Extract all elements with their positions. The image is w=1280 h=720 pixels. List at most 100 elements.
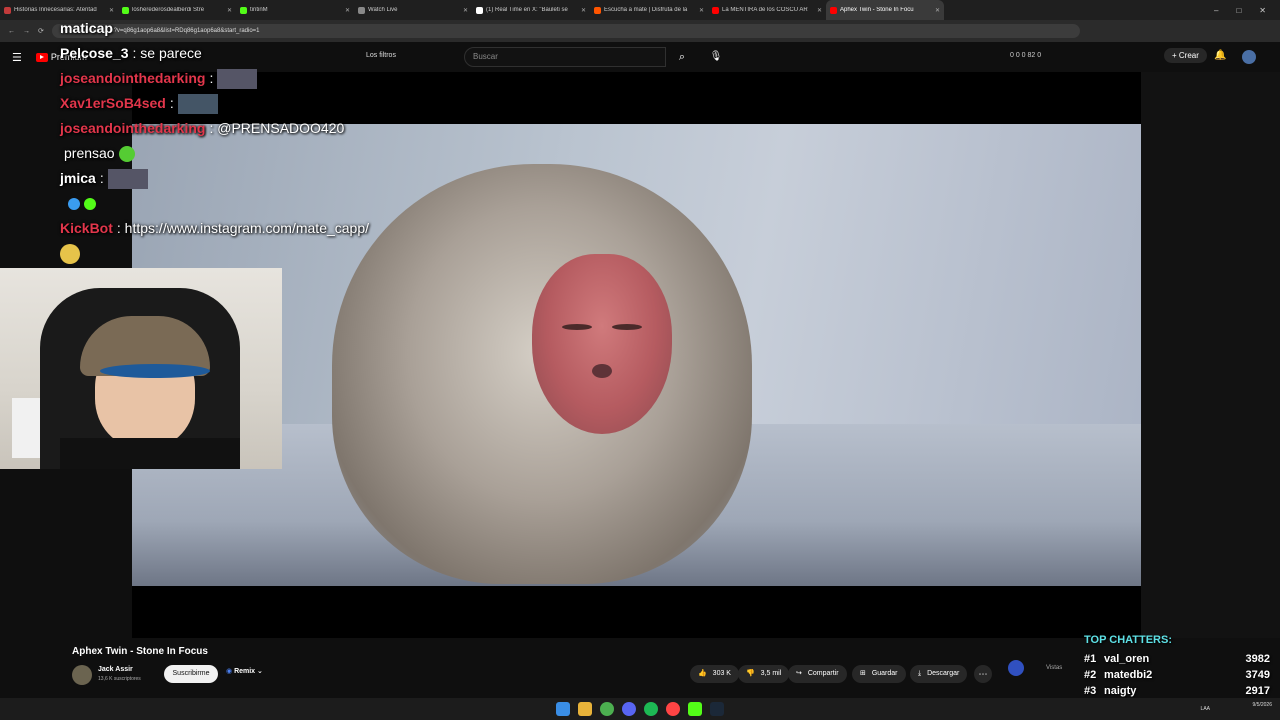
- minimize-icon[interactable]: –: [1214, 6, 1218, 15]
- app-icon[interactable]: [666, 702, 680, 716]
- tab-close-icon[interactable]: ✕: [699, 7, 704, 14]
- check-badge-icon: [84, 197, 96, 210]
- frog-emote-icon: [118, 145, 135, 162]
- chat-username: Pelcose_3: [60, 45, 129, 61]
- share-label: Compartir: [807, 670, 839, 677]
- windows-taskbar: LAA 9/5/2026: [0, 698, 1280, 720]
- chat-message: KickBot: https://www.instagram.com/mate_…: [60, 216, 369, 241]
- tab-favicon-icon: [4, 6, 11, 14]
- browser-tab[interactable]: La MENTIRA de los COSCU AR ✕: [708, 0, 826, 20]
- tab-close-icon[interactable]: ✕: [817, 7, 822, 14]
- tab-close-icon[interactable]: ✕: [345, 7, 350, 14]
- chat-username: joseandointhedarking: [60, 120, 206, 136]
- tab-close-icon[interactable]: ✕: [109, 7, 114, 14]
- system-date: 9/5/2026: [1252, 702, 1272, 708]
- browser-tab[interactable]: Aphex Twin - Stone In Focu ✕: [826, 0, 944, 20]
- laughing-emote-icon: [60, 243, 80, 264]
- monkey-eye-left: [562, 324, 592, 330]
- more-options-icon[interactable]: ⋯: [974, 665, 992, 683]
- tab-favicon-icon: [122, 6, 129, 14]
- chat-text: : https://www.instagram.com/mate_capp/: [116, 220, 370, 236]
- monkey-eye-right: [612, 324, 642, 330]
- extension-icon[interactable]: [1008, 660, 1024, 676]
- tab-favicon-icon: [830, 6, 837, 14]
- channel-name[interactable]: Jack Assir: [98, 666, 133, 673]
- channel-avatar[interactable]: [72, 665, 92, 685]
- chatter-row: #1 val_oren 3982: [1084, 651, 1270, 667]
- maximize-icon[interactable]: □: [1236, 6, 1241, 15]
- filters-button[interactable]: Los filtros: [366, 52, 396, 59]
- chat-message: joseandointhedarking:: [60, 66, 369, 91]
- create-button[interactable]: + Crear: [1164, 48, 1207, 63]
- menu-icon[interactable]: ☰: [12, 51, 22, 64]
- like-button[interactable]: 👍 303 K: [690, 665, 739, 683]
- system-clock[interactable]: 9/5/2026: [1253, 702, 1272, 709]
- spotify-icon[interactable]: [644, 702, 658, 716]
- download-button[interactable]: ⤓ Descargar: [910, 665, 968, 683]
- steam-icon[interactable]: [710, 702, 724, 716]
- verified-badge-icon: [68, 197, 80, 210]
- chat-emote-image: [217, 68, 258, 89]
- notifications-bell-icon[interactable]: 🔔: [1214, 50, 1226, 61]
- tab-favicon-icon: [358, 6, 365, 14]
- tab-close-icon[interactable]: ✕: [227, 7, 232, 14]
- back-icon[interactable]: ←: [8, 28, 15, 35]
- windows-start-icon[interactable]: [556, 702, 570, 716]
- chat-text: :: [99, 170, 104, 186]
- chatter-score: 3982: [1245, 653, 1270, 665]
- microphone-icon[interactable]: 🎙: [706, 47, 726, 67]
- browser-tab[interactable]: (1) Real Time en X: "Bauleti se ✕: [472, 0, 590, 20]
- search-input[interactable]: Buscar: [464, 47, 666, 67]
- chat-message: jmica:: [60, 166, 369, 191]
- top-chatters-title: TOP CHATTERS:: [1084, 634, 1173, 646]
- search-icon[interactable]: ⌕: [668, 47, 696, 67]
- dislike-button[interactable]: 👎 3,5 mil: [738, 665, 790, 683]
- remix-icon: ◉: [226, 668, 233, 675]
- forward-icon[interactable]: →: [23, 28, 30, 35]
- top-chatters-list: #1 val_oren 3982 #2 matedbi2 3749 #3 naigty 2917: [1080, 651, 1270, 699]
- chat-username: jmica: [60, 170, 96, 186]
- chatter-score: 2917: [1245, 685, 1270, 697]
- tab-close-icon[interactable]: ✕: [935, 7, 940, 14]
- subscriber-count: 13,6 K suscriptores: [98, 676, 141, 682]
- language-indicator[interactable]: LAA: [1201, 706, 1210, 712]
- discord-icon[interactable]: [622, 702, 636, 716]
- monkey-face: [532, 254, 672, 434]
- cap-brim: [100, 364, 210, 378]
- header-stats: 0 0 0 82 0: [1010, 52, 1042, 59]
- remix-button[interactable]: ◉ Remix ⌄: [226, 667, 263, 675]
- save-button[interactable]: ⊞ Guardar: [852, 665, 906, 683]
- tab-close-icon[interactable]: ✕: [581, 7, 586, 14]
- share-icon: ↪: [796, 670, 802, 677]
- chat-username: maticap: [60, 20, 113, 36]
- chat-emote-image: [107, 168, 148, 189]
- close-window-icon[interactable]: ✕: [1259, 6, 1266, 15]
- reload-icon[interactable]: ⟳: [38, 27, 44, 35]
- file-explorer-icon[interactable]: [578, 702, 592, 716]
- chevron-down-icon: ⌄: [257, 668, 263, 675]
- browser-tab[interactable]: Escucha a mate | Disfruta de la ✕: [590, 0, 708, 20]
- chat-username: Xav1erSoB4sed: [60, 95, 166, 111]
- account-avatar[interactable]: [1242, 50, 1256, 64]
- dislike-count: 3,5 mil: [760, 670, 782, 677]
- chrome-icon[interactable]: [600, 702, 614, 716]
- tab-close-icon[interactable]: ✕: [463, 7, 468, 14]
- tab-title: losherederosdealberdi Stre: [132, 7, 205, 13]
- chatter-rank: #3: [1084, 685, 1097, 697]
- chatter-name: naigty: [1104, 685, 1137, 697]
- browser-tab[interactable]: Watch Live ✕: [354, 0, 472, 20]
- top-chatters-overlay: TOP CHATTERS: #1 val_oren 3982 #2 matedbi2 37…: [1080, 634, 1270, 699]
- chatter-rank: #1: [1084, 653, 1097, 665]
- chat-text: prensao: [64, 145, 115, 161]
- views-label: Vistas: [1046, 665, 1063, 671]
- window-controls: – □ ✕: [1214, 6, 1280, 15]
- chat-text: : se parece: [132, 45, 202, 61]
- chat-emote-image: [177, 93, 218, 114]
- subscribe-button[interactable]: Suscribirme: [164, 665, 218, 683]
- tab-favicon-icon: [594, 6, 601, 14]
- share-button[interactable]: ↪ Compartir: [788, 665, 847, 683]
- chatter-row: #2 matedbi2 3749: [1084, 667, 1270, 683]
- remix-label: Remix: [234, 668, 256, 675]
- kick-icon[interactable]: [688, 702, 702, 716]
- chat-message: [60, 191, 369, 216]
